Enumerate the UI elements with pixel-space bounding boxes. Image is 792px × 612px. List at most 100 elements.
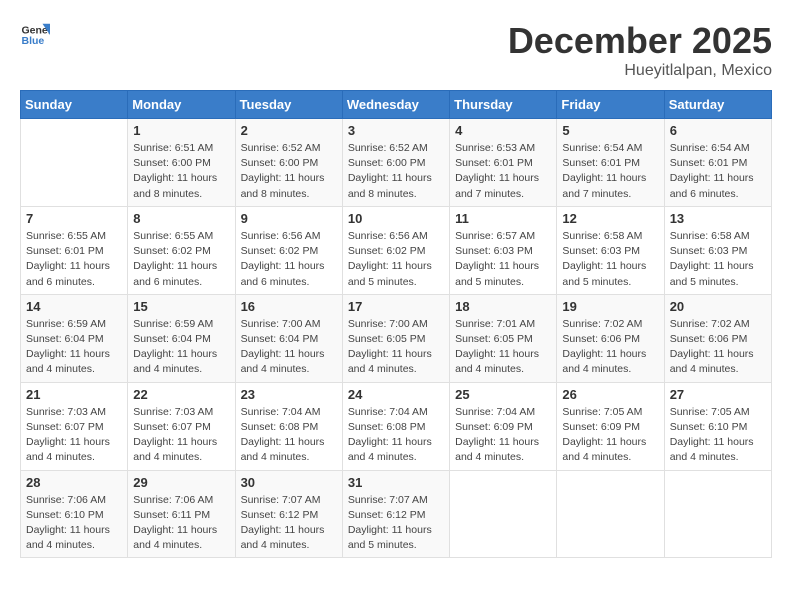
calendar-cell: 14Sunrise: 6:59 AMSunset: 6:04 PMDayligh… xyxy=(21,294,128,382)
day-number: 24 xyxy=(348,387,444,402)
day-number: 28 xyxy=(26,475,122,490)
day-number: 26 xyxy=(562,387,658,402)
day-info: Sunrise: 6:51 AMSunset: 6:00 PMDaylight:… xyxy=(133,141,229,202)
calendar-week-1: 1 Sunrise: 6:51 AMSunset: 6:00 PMDaylight… xyxy=(21,119,772,207)
calendar-cell xyxy=(664,470,771,558)
day-number: 22 xyxy=(133,387,229,402)
calendar-cell: 1 Sunrise: 6:51 AMSunset: 6:00 PMDaylight… xyxy=(128,119,235,207)
weekday-header-row: SundayMondayTuesdayWednesdayThursdayFrid… xyxy=(21,91,772,119)
calendar-cell: 30 Sunrise: 7:07 AMSunset: 6:12 PMDayligh… xyxy=(235,470,342,558)
calendar-cell: 12Sunrise: 6:58 AMSunset: 6:03 PMDayligh… xyxy=(557,206,664,294)
day-info: Sunrise: 6:55 AMSunset: 6:02 PMDaylight:… xyxy=(133,229,229,290)
calendar-cell: 13 Sunrise: 6:58 AMSunset: 6:03 PMDayligh… xyxy=(664,206,771,294)
weekday-header-tuesday: Tuesday xyxy=(235,91,342,119)
calendar-cell: 10Sunrise: 6:56 AMSunset: 6:02 PMDayligh… xyxy=(342,206,449,294)
day-info: Sunrise: 7:05 AMSunset: 6:10 PMDaylight:… xyxy=(670,405,766,466)
day-info: Sunrise: 7:00 AMSunset: 6:04 PMDaylight:… xyxy=(241,317,337,378)
day-number: 8 xyxy=(133,211,229,226)
calendar-cell: 28Sunrise: 7:06 AMSunset: 6:10 PMDayligh… xyxy=(21,470,128,558)
calendar-cell xyxy=(557,470,664,558)
day-info: Sunrise: 7:01 AMSunset: 6:05 PMDaylight:… xyxy=(455,317,551,378)
month-title: December 2025 xyxy=(508,20,772,62)
day-info: Sunrise: 7:07 AMSunset: 6:12 PMDaylight:… xyxy=(241,493,337,554)
day-number: 11 xyxy=(455,211,551,226)
day-info: Sunrise: 6:52 AMSunset: 6:00 PMDaylight:… xyxy=(241,141,337,202)
calendar-cell: 3 Sunrise: 6:52 AMSunset: 6:00 PMDaylight… xyxy=(342,119,449,207)
day-number: 27 xyxy=(670,387,766,402)
day-info: Sunrise: 6:53 AMSunset: 6:01 PMDaylight:… xyxy=(455,141,551,202)
title-section: December 2025 Hueyitlalpan, Mexico xyxy=(508,20,772,80)
day-info: Sunrise: 6:59 AMSunset: 6:04 PMDaylight:… xyxy=(26,317,122,378)
day-info: Sunrise: 6:57 AMSunset: 6:03 PMDaylight:… xyxy=(455,229,551,290)
day-info: Sunrise: 6:55 AMSunset: 6:01 PMDaylight:… xyxy=(26,229,122,290)
day-info: Sunrise: 6:58 AMSunset: 6:03 PMDaylight:… xyxy=(670,229,766,290)
day-info: Sunrise: 6:56 AMSunset: 6:02 PMDaylight:… xyxy=(241,229,337,290)
calendar-cell: 8 Sunrise: 6:55 AMSunset: 6:02 PMDaylight… xyxy=(128,206,235,294)
day-info: Sunrise: 7:00 AMSunset: 6:05 PMDaylight:… xyxy=(348,317,444,378)
day-number: 23 xyxy=(241,387,337,402)
calendar-cell: 15 Sunrise: 6:59 AMSunset: 6:04 PMDayligh… xyxy=(128,294,235,382)
location: Hueyitlalpan, Mexico xyxy=(508,62,772,80)
day-info: Sunrise: 6:52 AMSunset: 6:00 PMDaylight:… xyxy=(348,141,444,202)
calendar-cell: 19 Sunrise: 7:02 AMSunset: 6:06 PMDayligh… xyxy=(557,294,664,382)
day-number: 17 xyxy=(348,299,444,314)
weekday-header-saturday: Saturday xyxy=(664,91,771,119)
day-number: 6 xyxy=(670,123,766,138)
day-number: 30 xyxy=(241,475,337,490)
day-info: Sunrise: 7:03 AMSunset: 6:07 PMDaylight:… xyxy=(26,405,122,466)
page-header: General Blue December 2025 Hueyitlalpan,… xyxy=(20,20,772,80)
day-number: 29 xyxy=(133,475,229,490)
day-number: 1 xyxy=(133,123,229,138)
calendar-week-4: 21 Sunrise: 7:03 AMSunset: 6:07 PMDayligh… xyxy=(21,382,772,470)
calendar-cell: 18 Sunrise: 7:01 AMSunset: 6:05 PMDayligh… xyxy=(450,294,557,382)
day-info: Sunrise: 7:04 AMSunset: 6:09 PMDaylight:… xyxy=(455,405,551,466)
calendar-cell xyxy=(21,119,128,207)
calendar-cell: 29Sunrise: 7:06 AMSunset: 6:11 PMDayligh… xyxy=(128,470,235,558)
calendar-cell: 26 Sunrise: 7:05 AMSunset: 6:09 PMDayligh… xyxy=(557,382,664,470)
day-number: 13 xyxy=(670,211,766,226)
day-number: 25 xyxy=(455,387,551,402)
logo: General Blue xyxy=(20,20,50,50)
weekday-header-thursday: Thursday xyxy=(450,91,557,119)
day-number: 16 xyxy=(241,299,337,314)
calendar-cell: 25 Sunrise: 7:04 AMSunset: 6:09 PMDayligh… xyxy=(450,382,557,470)
day-info: Sunrise: 7:07 AMSunset: 6:12 PMDaylight:… xyxy=(348,493,444,554)
day-info: Sunrise: 7:04 AMSunset: 6:08 PMDaylight:… xyxy=(348,405,444,466)
calendar-cell: 22 Sunrise: 7:03 AMSunset: 6:07 PMDayligh… xyxy=(128,382,235,470)
calendar-cell: 4Sunrise: 6:53 AMSunset: 6:01 PMDaylight… xyxy=(450,119,557,207)
weekday-header-wednesday: Wednesday xyxy=(342,91,449,119)
day-info: Sunrise: 6:56 AMSunset: 6:02 PMDaylight:… xyxy=(348,229,444,290)
day-number: 19 xyxy=(562,299,658,314)
calendar-cell: 27 Sunrise: 7:05 AMSunset: 6:10 PMDayligh… xyxy=(664,382,771,470)
calendar-cell: 7 Sunrise: 6:55 AMSunset: 6:01 PMDaylight… xyxy=(21,206,128,294)
logo-icon: General Blue xyxy=(20,20,50,50)
weekday-header-monday: Monday xyxy=(128,91,235,119)
calendar-cell: 9Sunrise: 6:56 AMSunset: 6:02 PMDaylight… xyxy=(235,206,342,294)
calendar-cell: 21 Sunrise: 7:03 AMSunset: 6:07 PMDayligh… xyxy=(21,382,128,470)
day-number: 21 xyxy=(26,387,122,402)
calendar-week-5: 28Sunrise: 7:06 AMSunset: 6:10 PMDayligh… xyxy=(21,470,772,558)
svg-text:Blue: Blue xyxy=(22,35,45,47)
calendar-cell: 23 Sunrise: 7:04 AMSunset: 6:08 PMDayligh… xyxy=(235,382,342,470)
day-number: 3 xyxy=(348,123,444,138)
day-info: Sunrise: 6:59 AMSunset: 6:04 PMDaylight:… xyxy=(133,317,229,378)
day-info: Sunrise: 7:05 AMSunset: 6:09 PMDaylight:… xyxy=(562,405,658,466)
day-number: 18 xyxy=(455,299,551,314)
day-info: Sunrise: 7:04 AMSunset: 6:08 PMDaylight:… xyxy=(241,405,337,466)
day-number: 5 xyxy=(562,123,658,138)
day-info: Sunrise: 7:02 AMSunset: 6:06 PMDaylight:… xyxy=(562,317,658,378)
day-number: 15 xyxy=(133,299,229,314)
calendar-cell: 16 Sunrise: 7:00 AMSunset: 6:04 PMDayligh… xyxy=(235,294,342,382)
calendar-cell: 31Sunrise: 7:07 AMSunset: 6:12 PMDayligh… xyxy=(342,470,449,558)
calendar-week-3: 14Sunrise: 6:59 AMSunset: 6:04 PMDayligh… xyxy=(21,294,772,382)
day-number: 7 xyxy=(26,211,122,226)
calendar-cell: 20Sunrise: 7:02 AMSunset: 6:06 PMDayligh… xyxy=(664,294,771,382)
weekday-header-sunday: Sunday xyxy=(21,91,128,119)
day-info: Sunrise: 7:03 AMSunset: 6:07 PMDaylight:… xyxy=(133,405,229,466)
calendar-cell: 17 Sunrise: 7:00 AMSunset: 6:05 PMDayligh… xyxy=(342,294,449,382)
calendar-cell: 6Sunrise: 6:54 AMSunset: 6:01 PMDaylight… xyxy=(664,119,771,207)
day-info: Sunrise: 6:58 AMSunset: 6:03 PMDaylight:… xyxy=(562,229,658,290)
day-info: Sunrise: 6:54 AMSunset: 6:01 PMDaylight:… xyxy=(562,141,658,202)
day-number: 2 xyxy=(241,123,337,138)
calendar-table: SundayMondayTuesdayWednesdayThursdayFrid… xyxy=(20,90,772,558)
